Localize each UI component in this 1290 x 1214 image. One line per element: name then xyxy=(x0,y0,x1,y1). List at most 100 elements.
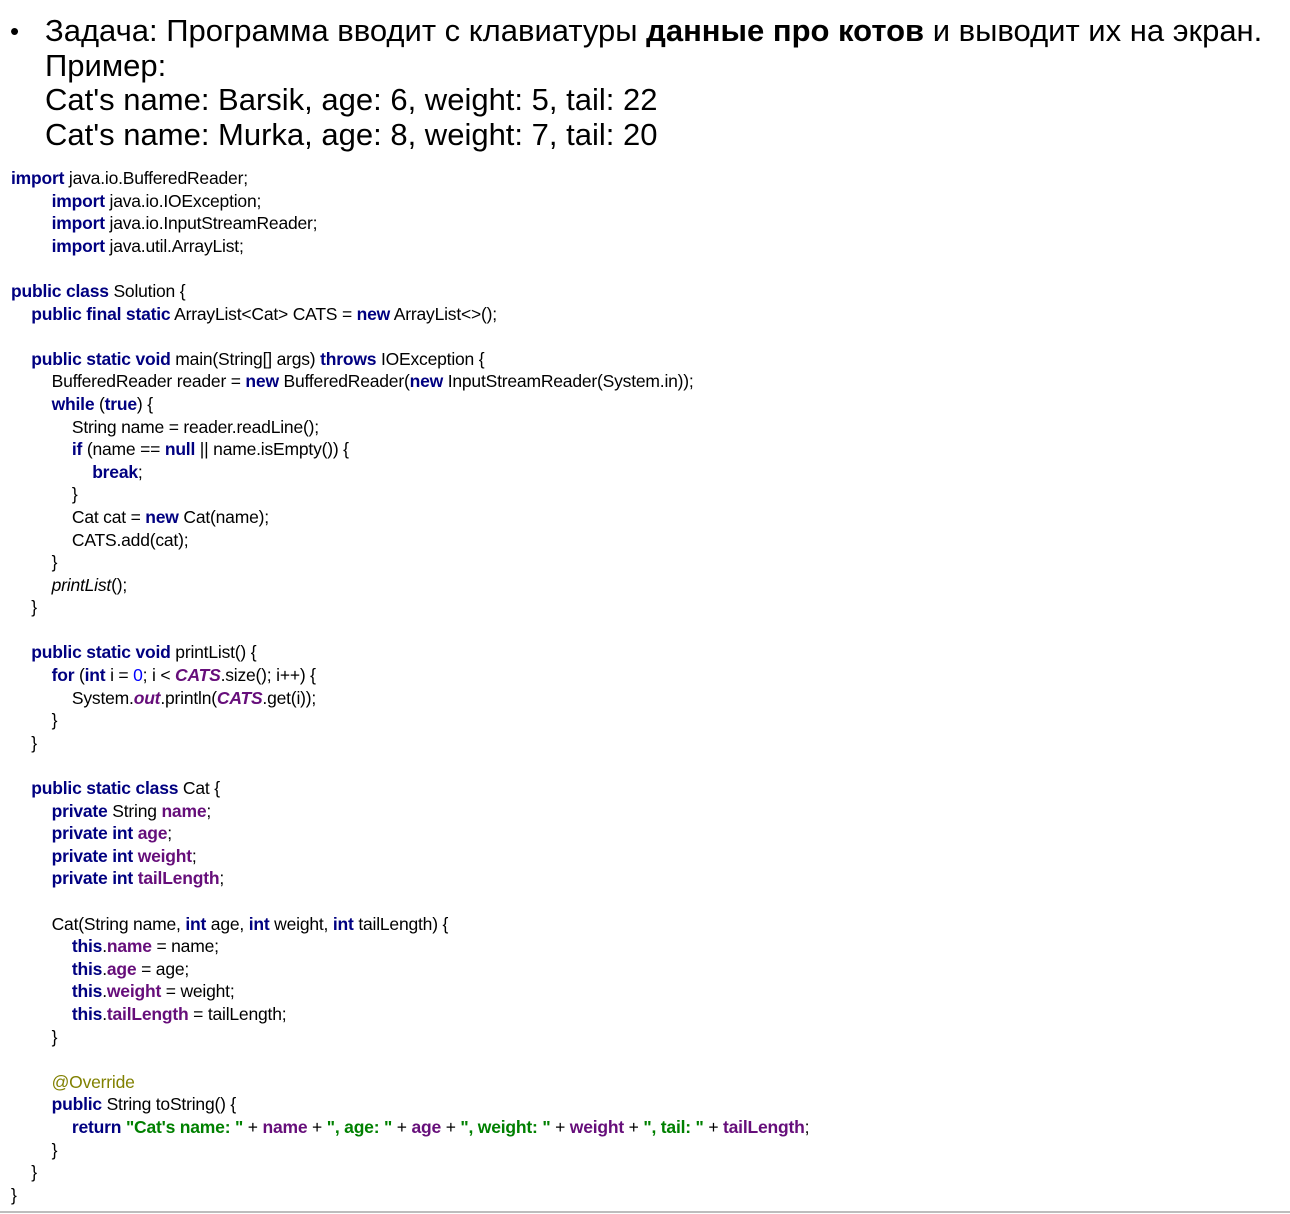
task-text-segment: Cat's name: Barsik, age: 6, weight: 5, t… xyxy=(45,82,658,117)
code-token-plain: } xyxy=(71,484,78,505)
task-text-segment: Cat's name: Murka, age: 8, weight: 7, ta… xyxy=(45,116,658,152)
code-token-kw: this xyxy=(71,958,103,979)
code-token-kw: import xyxy=(11,168,65,188)
code-token-plain: = weight; xyxy=(161,981,235,1002)
code-token-field: tailLength xyxy=(723,1116,805,1137)
bottom-divider xyxy=(0,1211,1290,1213)
code-listing: import java.io.BufferedReader; import jav… xyxy=(0,167,1290,1206)
code-token-kw: public xyxy=(51,1094,103,1115)
code-token-plain: java.io.IOException; xyxy=(104,190,262,211)
code-token-kw: int xyxy=(332,913,354,934)
code-token-plain: ArrayList<Cat> CATS = xyxy=(170,303,357,324)
code-token-kw: if xyxy=(71,439,83,460)
code-token-plain: = age; xyxy=(136,958,190,979)
code-token-field: age xyxy=(106,958,137,979)
code-token-kw: public static void xyxy=(31,348,171,369)
code-token-plain: String toString() { xyxy=(101,1094,237,1115)
code-token-kw: new xyxy=(145,506,179,527)
code-line: public String toString() { xyxy=(11,1093,1290,1116)
code-token-plain: BufferedReader reader = xyxy=(51,371,246,392)
code-token-plain: ; xyxy=(167,823,172,844)
code-token-plain: + xyxy=(550,1116,570,1137)
code-line: import java.io.IOException; xyxy=(11,190,1290,213)
code-token-kw: import xyxy=(51,190,105,211)
code-token-plain: } xyxy=(31,732,37,753)
code-line: } xyxy=(11,551,1290,574)
code-token-plain: String name = reader.readLine(); xyxy=(71,416,319,437)
code-token-kw: new xyxy=(409,371,444,392)
code-line: } xyxy=(11,732,1290,755)
code-line: import java.io.InputStreamReader; xyxy=(11,212,1290,235)
code-line: public final static ArrayList<Cat> CATS … xyxy=(11,303,1290,326)
code-token-plain: } xyxy=(31,1162,37,1183)
code-line: } xyxy=(11,1184,1290,1207)
code-line: String name = reader.readLine(); xyxy=(11,416,1290,439)
code-token-plain: ; xyxy=(219,868,224,889)
code-token-kw: public static void xyxy=(31,642,171,663)
code-token-plain: ; i < xyxy=(142,665,176,686)
code-token-kw: public class xyxy=(11,280,109,301)
code-line: private int age; xyxy=(11,822,1290,845)
code-line: } xyxy=(11,483,1290,506)
task-emphasis: данные про котов xyxy=(646,13,925,48)
code-token-plain: || name.isEmpty()) { xyxy=(195,439,349,460)
code-token-plain: ; xyxy=(206,800,212,821)
task-line: Пример: xyxy=(45,48,1290,84)
code-token-kw: public static class xyxy=(31,778,179,799)
code-line: public static void main(String[] args) t… xyxy=(11,348,1290,371)
task-text: Задача: Программа вводит с клавиатуры да… xyxy=(0,13,1290,153)
code-token-str: ", tail: " xyxy=(643,1116,704,1137)
code-token-plain: + xyxy=(624,1116,644,1137)
code-token-kw: int xyxy=(185,913,207,934)
code-token-field: weight xyxy=(137,845,192,866)
code-token-str: "Cat's name: " xyxy=(125,1116,244,1137)
code-token-plain: (name == xyxy=(82,439,165,460)
code-token-field: name xyxy=(262,1116,308,1137)
code-token-kw: private int xyxy=(51,845,134,866)
code-token-plain: = tailLength; xyxy=(188,1003,287,1024)
code-token-plain: tailLength) { xyxy=(353,913,449,934)
code-token-kw: return xyxy=(71,1116,122,1137)
code-line: } xyxy=(11,1026,1290,1049)
code-token-plain: ( xyxy=(74,665,85,686)
code-line: } xyxy=(11,709,1290,732)
code-line: this.tailLength = tailLength; xyxy=(11,1003,1290,1026)
code-token-field: age xyxy=(137,823,168,844)
task-text-segment: и выводит их на экран. xyxy=(924,13,1263,48)
code-line: return "Cat's name: " + name + ", age: "… xyxy=(11,1116,1290,1139)
code-token-plain: } xyxy=(51,1139,58,1160)
code-token-str: ", age: " xyxy=(326,1116,393,1137)
code-line: System.out.println(CATS.get(i)); xyxy=(11,687,1290,710)
code-token-field: weight xyxy=(569,1116,624,1137)
code-token-plain: weight, xyxy=(269,913,333,934)
code-token-kw: import xyxy=(51,235,105,256)
code-line: private int weight; xyxy=(11,845,1290,868)
code-line: @Override xyxy=(11,1071,1290,1094)
code-token-kw: this xyxy=(71,936,103,957)
code-token-plain: } xyxy=(51,1026,58,1047)
code-line: import java.util.ArrayList; xyxy=(11,235,1290,258)
code-token-plain: ( xyxy=(94,393,105,414)
code-token-plain: } xyxy=(51,710,58,731)
code-token-plain: java.io.BufferedReader; xyxy=(64,168,248,188)
code-token-plain: Cat(name); xyxy=(178,506,269,527)
code-line: CATS.add(cat); xyxy=(11,529,1290,552)
code-token-field: age xyxy=(411,1116,442,1137)
code-token-plain: i = xyxy=(105,665,134,686)
task-line: Cat's name: Murka, age: 8, weight: 7, ta… xyxy=(45,116,1290,153)
code-token-plain: BufferedReader( xyxy=(278,371,410,392)
code-token-plain: } xyxy=(11,1184,17,1205)
code-line: for (int i = 0; i < CATS.size(); i++) { xyxy=(11,664,1290,687)
code-token-plain: .println( xyxy=(160,687,217,708)
task-line: Задача: Программа вводит с клавиатуры да… xyxy=(45,13,1290,49)
code-token-str: ", weight: " xyxy=(460,1116,551,1137)
code-line: Cat cat = new Cat(name); xyxy=(11,506,1290,529)
code-token-static-field: CATS xyxy=(175,665,221,686)
code-line: this.weight = weight; xyxy=(11,980,1290,1003)
code-token-plain: + xyxy=(307,1116,327,1137)
code-token-kw: int xyxy=(248,913,270,934)
code-line: printList(); xyxy=(11,574,1290,597)
code-token-plain: CATS.add(cat); xyxy=(71,529,189,550)
code-token-plain: ; xyxy=(804,1116,810,1137)
